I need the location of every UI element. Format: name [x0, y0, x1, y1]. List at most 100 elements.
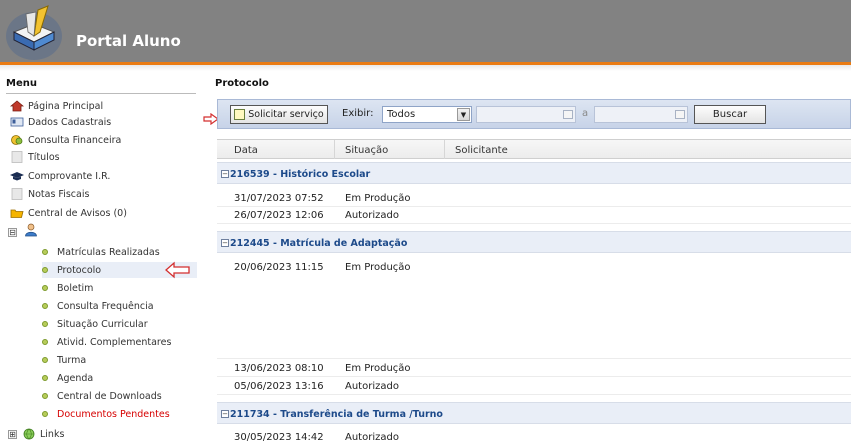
- sidebar-item-pagina-principal[interactable]: Página Principal: [10, 98, 103, 114]
- sidebar-sub-ativid-complementares[interactable]: Ativid. Complementares: [42, 334, 171, 350]
- group-row[interactable]: − 212445 - Matrícula de Adaptação: [217, 231, 851, 253]
- sidebar-sub-label: Ativid. Complementares: [57, 336, 172, 348]
- column-header-solicitante[interactable]: Solicitante: [455, 145, 508, 156]
- home-icon: [10, 100, 24, 112]
- bullet-icon: [42, 285, 48, 291]
- grid-header: Data Situação Solicitante: [217, 139, 851, 159]
- sidebar-item-notas-fiscais[interactable]: Notas Fiscais: [10, 186, 89, 202]
- sidebar-sub-consulta-frequencia[interactable]: Consulta Frequência: [42, 298, 154, 314]
- date-to-input[interactable]: [594, 106, 688, 123]
- calendar-icon[interactable]: [675, 110, 685, 119]
- sidebar-item-label: Comprovante I.R.: [28, 170, 111, 182]
- date-from-input[interactable]: [476, 106, 576, 123]
- sidebar-sub-documentos-pendentes[interactable]: Documentos Pendentes: [42, 406, 170, 422]
- sidebar-item-label: Títulos: [28, 151, 60, 163]
- bullet-icon: [42, 375, 48, 381]
- sidebar-sub-agenda[interactable]: Agenda: [42, 370, 93, 386]
- column-header-data[interactable]: Data: [234, 145, 258, 156]
- bullet-icon: [42, 339, 48, 345]
- sidebar-sub-label: Matrículas Realizadas: [57, 246, 160, 258]
- bullet-icon: [42, 249, 48, 255]
- collapse-toggle[interactable]: −: [221, 170, 229, 178]
- document-icon: [10, 188, 24, 200]
- globe-icon: [22, 428, 36, 440]
- user-group-icon: [25, 223, 37, 237]
- collapse-toggle[interactable]: ⊟: [8, 228, 17, 237]
- arrow-left-icon: [165, 261, 190, 279]
- group-row[interactable]: − 216539 - Histórico Escolar: [217, 162, 851, 184]
- sidebar: Menu Página Principal Dados Cadastrais C…: [0, 72, 198, 443]
- sidebar-sub-turma[interactable]: Turma: [42, 352, 86, 368]
- sidebar-sub-matriculas-realizadas[interactable]: Matrículas Realizadas: [42, 244, 160, 260]
- group-label: 211734 - Transferência de Turma /Turno: [230, 409, 443, 420]
- exibir-label: Exibir:: [342, 108, 374, 119]
- sidebar-sub-boletim[interactable]: Boletim: [42, 280, 93, 296]
- header-shadow: [0, 65, 851, 71]
- menu-title: Menu: [6, 78, 196, 94]
- exibir-select[interactable]: Todos ▼: [382, 106, 472, 123]
- collapse-toggle[interactable]: −: [221, 410, 229, 418]
- cell-data: 31/07/2023 07:52: [234, 193, 324, 204]
- cell-situacao: Em Produção: [345, 262, 411, 273]
- page-title: Protocolo: [215, 78, 269, 89]
- cell-situacao: Em Produção: [345, 193, 411, 204]
- toolbar: Solicitar serviço Exibir: Todos ▼ a Busc…: [217, 99, 851, 129]
- sidebar-item-label: Links: [40, 428, 65, 440]
- collapse-toggle[interactable]: −: [221, 239, 229, 247]
- sidebar-sub-label: Situação Curricular: [57, 318, 148, 330]
- group-label: 212445 - Matrícula de Adaptação: [230, 238, 408, 249]
- group-row[interactable]: − 211734 - Transferência de Turma /Turno: [217, 402, 851, 424]
- book-logo-icon: [6, 5, 62, 60]
- table-row[interactable]: 20/06/2023 11:15 Em Produção: [217, 259, 851, 359]
- cell-data: 13/06/2023 08:10: [234, 363, 324, 374]
- column-divider: [444, 140, 445, 159]
- sidebar-item-links[interactable]: Links: [22, 426, 64, 442]
- table-row[interactable]: 31/07/2023 07:52 Em Produção: [217, 190, 851, 207]
- sidebar-sub-central-de-downloads[interactable]: Central de Downloads: [42, 388, 162, 404]
- solicitar-servico-button[interactable]: Solicitar serviço: [230, 105, 328, 124]
- sidebar-sub-situacao-curricular[interactable]: Situação Curricular: [42, 316, 148, 332]
- table-row[interactable]: 13/06/2023 08:10 Em Produção: [217, 360, 851, 377]
- sidebar-item-label: Página Principal: [28, 100, 104, 112]
- bullet-icon: [42, 267, 48, 273]
- sidebar-item-central-de-avisos[interactable]: Central de Avisos (0): [10, 205, 127, 221]
- cell-situacao: Autorizado: [345, 381, 399, 392]
- table-row[interactable]: 30/05/2023 14:42 Autorizado: [217, 429, 851, 443]
- group-label: 216539 - Histórico Escolar: [230, 169, 371, 180]
- document-icon: [10, 151, 24, 163]
- sidebar-sub-label: Central de Downloads: [57, 390, 162, 402]
- cell-data: 26/07/2023 12:06: [234, 210, 324, 221]
- sidebar-item-comprovante-ir[interactable]: Comprovante I.R.: [10, 168, 110, 184]
- cell-situacao: Em Produção: [345, 363, 411, 374]
- sidebar-item-label: Notas Fiscais: [28, 188, 90, 200]
- table-row[interactable]: 05/06/2023 13:16 Autorizado: [217, 378, 851, 395]
- sidebar-sub-label: Protocolo: [57, 264, 102, 276]
- cell-situacao: Autorizado: [345, 432, 399, 443]
- exibir-value: Todos: [387, 109, 416, 120]
- cell-data: 30/05/2023 14:42: [234, 432, 324, 443]
- buscar-button[interactable]: Buscar: [694, 105, 766, 124]
- column-divider: [334, 140, 335, 159]
- cell-data: 05/06/2023 13:16: [234, 381, 324, 392]
- column-header-situacao[interactable]: Situação: [345, 145, 388, 156]
- cell-situacao: Autorizado: [345, 210, 399, 221]
- solicitar-servico-label: Solicitar serviço: [248, 109, 324, 120]
- sidebar-sub-label: Documentos Pendentes: [57, 408, 170, 420]
- bullet-icon: [42, 321, 48, 327]
- table-row[interactable]: 26/07/2023 12:06 Autorizado: [217, 207, 851, 224]
- sidebar-sub-label: Consulta Frequência: [57, 300, 154, 312]
- calendar-icon[interactable]: [563, 110, 573, 119]
- date-range-separator: a: [582, 108, 589, 119]
- sidebar-item-titulos[interactable]: Títulos: [10, 149, 60, 165]
- expand-toggle[interactable]: ⊞: [8, 430, 17, 439]
- sidebar-item-dados-cadastrais[interactable]: Dados Cadastrais: [10, 114, 111, 130]
- sidebar-item-label: Dados Cadastrais: [28, 116, 112, 128]
- graduation-cap-icon: [10, 170, 24, 182]
- sidebar-sub-label: Agenda: [57, 372, 94, 384]
- app-header: Portal Aluno: [0, 0, 851, 62]
- main-content: Protocolo Solicitar serviço Exibir: Todo…: [203, 72, 851, 443]
- bullet-icon: [42, 393, 48, 399]
- chevron-down-icon[interactable]: ▼: [457, 108, 470, 121]
- sidebar-item-label: Consulta Financeira: [28, 134, 122, 146]
- sidebar-item-consulta-financeira[interactable]: Consulta Financeira: [10, 132, 121, 148]
